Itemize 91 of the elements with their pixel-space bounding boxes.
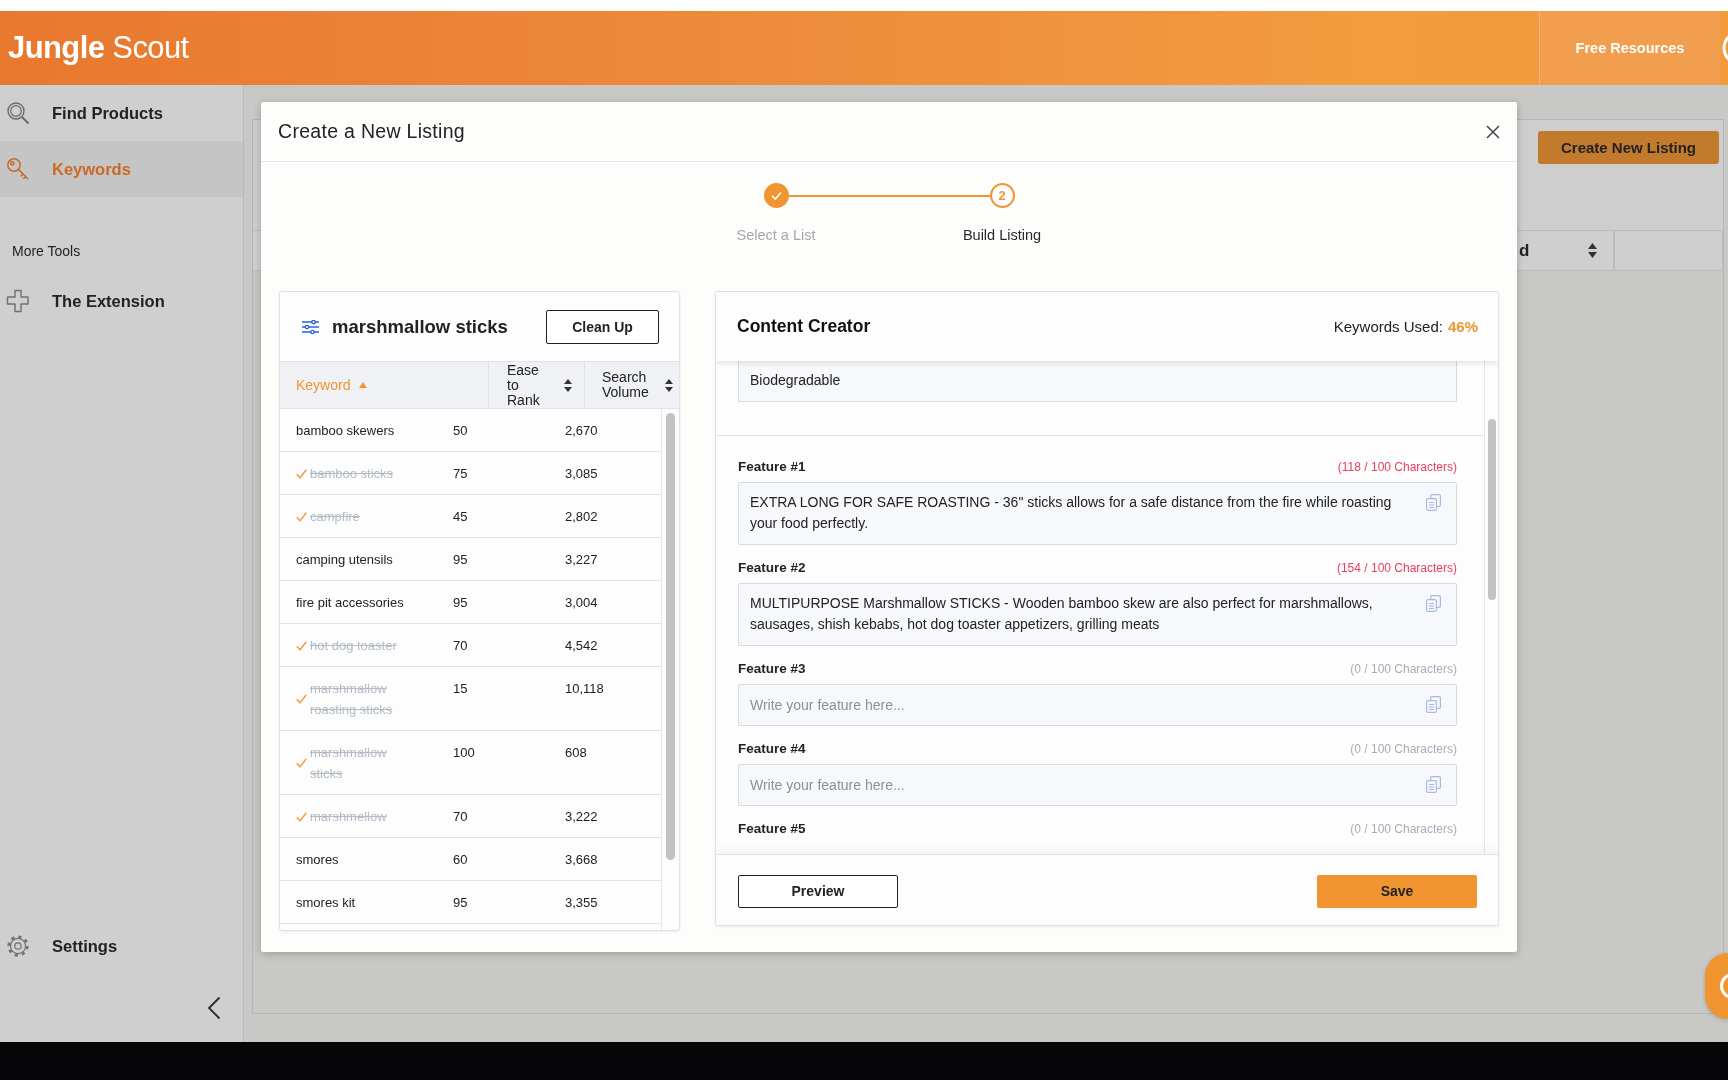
column-header[interactable]: Search Volume	[602, 370, 662, 400]
section-label: More Tools	[12, 243, 81, 259]
feature-label: Feature #1	[738, 458, 806, 476]
sidebar-item[interactable]: Find Products	[0, 85, 243, 141]
ease-to-rank-value: 60	[453, 851, 469, 869]
modal-title: Create a New Listing	[278, 120, 465, 143]
check-icon	[296, 694, 307, 704]
search-volume-value: 3,085	[565, 465, 598, 483]
character-count: (0 / 100 Characters)	[1350, 821, 1457, 838]
search-volume-value: 4,542	[565, 637, 598, 655]
ease-to-rank-value: 45	[453, 508, 469, 526]
check-icon	[296, 640, 307, 651]
description-field[interactable]: Biodegradable	[738, 361, 1457, 402]
character-count: (0 / 100 Characters)	[1350, 741, 1457, 758]
chevron-left-icon[interactable]	[207, 996, 221, 1020]
search-volume-value: 10,118	[565, 680, 604, 698]
keyword-text: marshmellow	[310, 808, 387, 826]
search-volume-value: 3,668	[565, 851, 598, 869]
keyword-text: bamboo sticks	[310, 465, 394, 483]
filter-icon	[302, 319, 319, 334]
ease-to-rank-value: 70	[453, 808, 469, 826]
copy-icon[interactable]	[1426, 696, 1441, 713]
sort-icon[interactable]	[1588, 243, 1597, 258]
ring-icon	[1719, 973, 1728, 999]
feature-label: Feature #4	[738, 740, 806, 758]
preview-button[interactable]: Preview	[738, 874, 898, 908]
character-count: (0 / 100 Characters)	[1350, 661, 1457, 678]
keyword-text: marshmallow sticks	[310, 744, 388, 783]
check-icon	[296, 811, 307, 822]
search-volume-value: 2,802	[565, 508, 598, 526]
ease-to-rank-value: 95	[453, 551, 469, 569]
panel-title: Content Creator	[737, 316, 871, 337]
key-icon	[6, 157, 30, 181]
step-label: Select a List	[736, 227, 816, 244]
ease-to-rank-value: 70	[453, 637, 469, 655]
step-label: Build Listing	[962, 227, 1042, 244]
column-header[interactable]: d	[1518, 240, 1530, 261]
search-volume-value: 3,004	[565, 594, 598, 612]
keyword-text: campfire	[310, 508, 360, 526]
ease-to-rank-value: 95	[453, 594, 469, 612]
list-title: marshmallow sticks	[332, 315, 508, 338]
feature-field[interactable]: EXTRA LONG FOR SAFE ROASTING - 36" sticks allows for a safe distance from the fire while roasting your food perfectly.	[738, 482, 1457, 545]
keywords-used-label: Keywords Used:	[1333, 318, 1443, 335]
search-volume-value: 3,227	[565, 551, 598, 569]
keyword-text: camping utensils	[296, 551, 393, 569]
search-icon	[6, 101, 30, 125]
character-count: (154 / 100 Characters)	[1336, 560, 1457, 577]
ease-to-rank-value: 50	[453, 422, 469, 440]
keyword-text: fire pit accessories	[296, 594, 404, 612]
search-volume-value: 3,355	[565, 894, 598, 912]
scrollbar-thumb[interactable]	[1488, 419, 1496, 600]
feature-field[interactable]: MULTIPURPOSE Marshmallow STICKS - Wooden bamboo skew are also perfect for marshmallows, sausages, shish kebabs, hot dog toaster appetizers, grilling meats	[738, 583, 1457, 646]
character-count: (118 / 100 Characters)	[1337, 459, 1457, 476]
plus-icon	[6, 289, 30, 313]
search-volume-value: 2,670	[565, 422, 598, 440]
close-icon[interactable]	[1486, 124, 1500, 139]
settings-icon	[6, 934, 30, 958]
sort-icon[interactable]	[665, 378, 673, 392]
keyword-text: smores kit	[296, 894, 356, 912]
copy-icon[interactable]	[1426, 494, 1441, 511]
sort-ascending-icon[interactable]	[359, 382, 368, 388]
save-button[interactable]: Save	[1317, 874, 1477, 908]
sidebar-item[interactable]: The Extension	[0, 273, 243, 329]
copy-icon[interactable]	[1426, 595, 1441, 612]
feature-label: Feature #5	[738, 820, 806, 838]
column-header[interactable]: Ease to Rank	[507, 362, 551, 408]
ease-to-rank-value: 75	[453, 465, 469, 483]
sort-icon[interactable]	[564, 378, 572, 392]
keyword-text: marshmallow roasting sticks	[310, 680, 394, 719]
copy-icon[interactable]	[1426, 776, 1441, 793]
search-volume-value: 608	[565, 744, 587, 762]
feature-label: Feature #2	[738, 559, 806, 577]
keywords-used-value: 46%	[1447, 318, 1478, 335]
feature-label: Feature #3	[738, 660, 806, 678]
sidebar-item[interactable]: Settings	[0, 918, 243, 974]
create-listing-button[interactable]: Create New Listing	[1538, 131, 1719, 164]
feature-field[interactable]: Write your feature here...	[738, 764, 1457, 806]
search-volume-value: 3,222	[565, 808, 598, 826]
keyword-text: smores	[296, 851, 339, 869]
check-icon	[296, 758, 307, 768]
feature-field[interactable]: Write your feature here...	[738, 684, 1457, 726]
keyword-text: bamboo skewers	[296, 422, 395, 440]
step-number: 2	[989, 183, 1015, 208]
check-icon	[296, 511, 307, 522]
clean-up-button[interactable]: Clean Up	[546, 309, 659, 344]
scrollbar-thumb[interactable]	[666, 413, 675, 860]
ease-to-rank-value: 100	[453, 744, 476, 762]
ease-to-rank-value: 15	[453, 680, 469, 698]
ease-to-rank-value: 95	[453, 894, 469, 912]
keyword-text: hot dog toaster	[310, 637, 397, 655]
check-icon	[296, 468, 307, 479]
